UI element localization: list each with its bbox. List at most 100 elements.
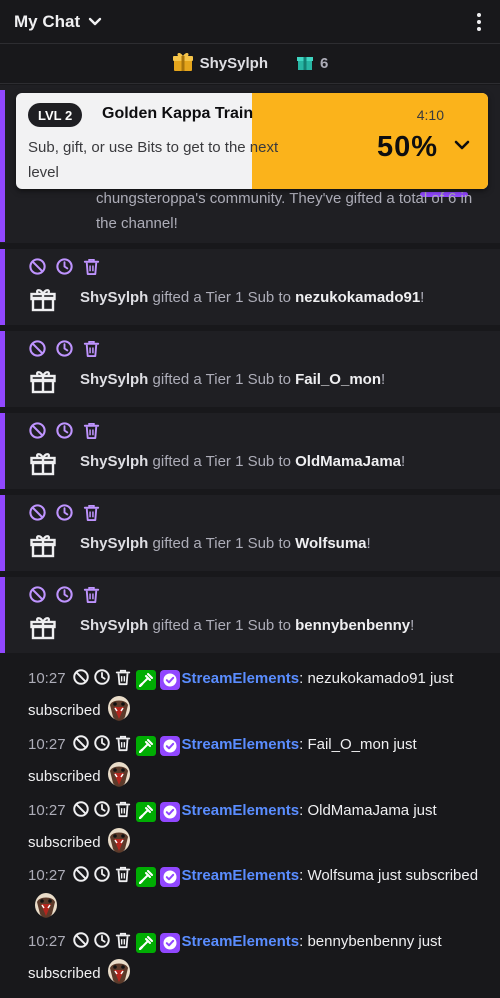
chat-username[interactable]: StreamElements (182, 670, 300, 687)
ban-icon[interactable] (72, 668, 90, 695)
more-options-icon[interactable] (472, 10, 486, 34)
gift-icon (30, 451, 56, 482)
emote-icon[interactable] (105, 695, 133, 723)
user-badges (135, 802, 180, 822)
chat-menu-toggle[interactable]: My Chat (14, 12, 102, 32)
chat-username[interactable]: StreamElements (182, 933, 300, 950)
delete-icon[interactable] (114, 668, 132, 695)
gift-icon (30, 533, 56, 564)
hype-train-level: LVL 2 (28, 103, 83, 127)
delete-icon[interactable] (82, 503, 101, 522)
chat-message: 10:27 StreamElements: Fail_O_mon just sub… (28, 732, 488, 790)
timeout-icon[interactable] (93, 931, 111, 958)
gift-sub-text: ShySylph gifted a Tier 1 Sub to Fail_O_m… (80, 371, 385, 388)
hype-train-percent: 50% (376, 131, 438, 163)
mod-actions (28, 339, 101, 358)
mod-actions (72, 800, 132, 827)
emote-icon[interactable] (105, 958, 133, 986)
emote-icon[interactable] (105, 761, 133, 789)
chat-title: My Chat (14, 11, 81, 31)
ban-icon[interactable] (28, 257, 47, 276)
notice-accent-bar (0, 413, 5, 489)
gifter-name[interactable]: ShySylph (80, 617, 148, 634)
chat-message: 10:27 StreamElements: OldMamaJama just su… (28, 798, 488, 856)
notice-accent-bar (0, 495, 5, 571)
delete-icon[interactable] (82, 257, 101, 276)
gift-sub-end: ! (410, 617, 415, 634)
ban-icon[interactable] (28, 503, 47, 522)
delete-icon[interactable] (114, 865, 132, 892)
gift-sub-text: ShySylph gifted a Tier 1 Sub to Wolfsuma… (80, 535, 371, 552)
timeout-icon[interactable] (55, 257, 74, 276)
gifter-name[interactable]: ShySylph (80, 289, 148, 306)
user-badges (135, 670, 180, 690)
emote-icon[interactable] (32, 892, 60, 920)
recipient-name[interactable]: Wolfsuma (295, 535, 366, 552)
ban-icon[interactable] (28, 585, 47, 604)
delete-icon[interactable] (114, 931, 132, 958)
timeout-icon[interactable] (55, 339, 74, 358)
timeout-icon[interactable] (93, 800, 111, 827)
user-badges (135, 867, 180, 887)
user-badges (135, 933, 180, 953)
moderator-badge-icon[interactable] (135, 933, 156, 953)
delete-icon[interactable] (82, 339, 101, 358)
gift-sub-end: ! (420, 289, 425, 306)
expand-chevron-icon[interactable] (454, 139, 470, 157)
timeout-icon[interactable] (55, 503, 74, 522)
ban-icon[interactable] (28, 339, 47, 358)
gifter-name[interactable]: ShySylph (80, 535, 148, 552)
moderator-badge-icon[interactable] (135, 867, 156, 887)
ban-icon[interactable] (72, 800, 90, 827)
verified-badge-icon[interactable] (159, 933, 180, 953)
timeout-icon[interactable] (93, 668, 111, 695)
mod-actions (72, 668, 132, 695)
moderator-badge-icon[interactable] (135, 670, 156, 690)
hype-train-banner[interactable]: LVL 2 Golden Kappa Train Sub, gift, or u… (16, 93, 488, 189)
gifter-name[interactable]: ShySylph (80, 371, 148, 388)
gift-icon (30, 369, 56, 400)
emote-icon[interactable] (105, 827, 133, 855)
chat-username[interactable]: StreamElements (182, 867, 300, 884)
delete-icon[interactable] (82, 421, 101, 440)
chat-message: 10:27 StreamElements: bennybenbenny just … (28, 929, 488, 987)
verified-badge-icon[interactable] (159, 802, 180, 822)
verified-badge-icon[interactable] (159, 736, 180, 756)
delete-icon[interactable] (114, 734, 132, 761)
gift-sub-text: ShySylph gifted a Tier 1 Sub to OldMamaJ… (80, 453, 405, 470)
timestamp: 10:27 (28, 933, 66, 950)
community-gift-text: chungsteroppa's community. They've gifte… (96, 190, 473, 232)
gifter-name[interactable]: ShySylph (80, 453, 148, 470)
hype-train-subtitle: Sub, gift, or use Bits to get to the nex… (28, 139, 279, 181)
top-gifter[interactable]: ShySylph (172, 51, 268, 77)
timeout-icon[interactable] (93, 734, 111, 761)
gift-sub-middle: gifted a Tier 1 Sub to (148, 289, 296, 306)
ban-icon[interactable] (72, 734, 90, 761)
gift-sub-middle: gifted a Tier 1 Sub to (148, 617, 296, 634)
moderator-badge-icon[interactable] (135, 736, 156, 756)
gift-count-value: 6 (320, 55, 329, 72)
ban-icon[interactable] (72, 931, 90, 958)
verified-badge-icon[interactable] (159, 867, 180, 887)
mod-actions (28, 257, 101, 276)
gold-gift-icon (172, 51, 194, 77)
moderator-badge-icon[interactable] (135, 802, 156, 822)
timeout-icon[interactable] (93, 865, 111, 892)
gift-count: 6 (296, 53, 328, 75)
chat-username[interactable]: StreamElements (182, 736, 300, 753)
gift-sub-text: ShySylph gifted a Tier 1 Sub to bennyben… (80, 617, 414, 634)
ban-icon[interactable] (72, 865, 90, 892)
recipient-name[interactable]: nezukokamado91 (295, 289, 420, 306)
timestamp: 10:27 (28, 802, 66, 819)
recipient-name[interactable]: OldMamaJama (295, 453, 401, 470)
delete-icon[interactable] (82, 585, 101, 604)
recipient-name[interactable]: bennybenbenny (295, 617, 410, 634)
timeout-icon[interactable] (55, 421, 74, 440)
delete-icon[interactable] (114, 800, 132, 827)
recipient-name[interactable]: Fail_O_mon (295, 371, 381, 388)
timeout-icon[interactable] (55, 585, 74, 604)
user-badges (135, 736, 180, 756)
chat-username[interactable]: StreamElements (182, 802, 300, 819)
ban-icon[interactable] (28, 421, 47, 440)
verified-badge-icon[interactable] (159, 670, 180, 690)
